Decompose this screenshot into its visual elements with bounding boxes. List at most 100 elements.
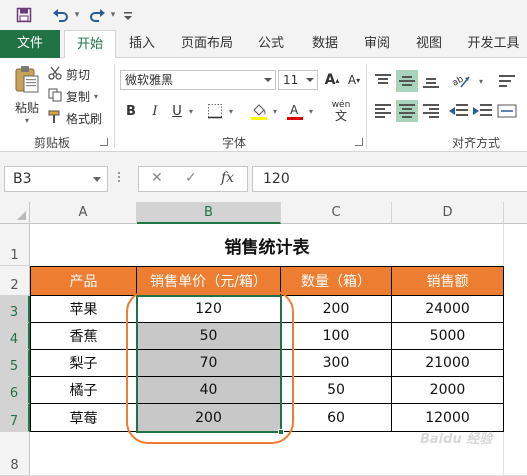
decrease-indent-button[interactable]	[448, 100, 470, 122]
align-bottom-button[interactable]	[420, 70, 442, 92]
table-cell[interactable]: 200	[281, 296, 392, 323]
redo-icon[interactable]	[86, 5, 108, 25]
shrink-font-button[interactable]: A ▾	[344, 69, 364, 91]
formula-bar-grip-icon[interactable]	[118, 172, 122, 186]
column-header-e[interactable]	[504, 202, 527, 224]
select-all-button[interactable]	[0, 202, 30, 224]
header-cell-quantity[interactable]: 数量（箱）	[281, 266, 392, 296]
formula-value: 120	[263, 171, 290, 187]
row-header-5[interactable]: 5	[0, 350, 30, 377]
header-cell-unit-price[interactable]: 销售单价（元/箱）	[137, 266, 281, 296]
table-cell[interactable]: 草莓	[30, 404, 137, 432]
orientation-dropdown-icon[interactable]: ▾	[476, 70, 486, 92]
underline-button[interactable]: U	[166, 100, 188, 122]
font-color-icon: A	[287, 103, 303, 120]
table-cell[interactable]: 50	[281, 377, 392, 404]
font-name-select[interactable]: 微软雅黑	[120, 70, 276, 90]
align-top-button[interactable]	[372, 70, 394, 92]
font-size-select[interactable]: 11	[278, 70, 318, 90]
tab-home[interactable]: 开始	[64, 30, 116, 59]
italic-button[interactable]: I	[144, 100, 166, 122]
paste-button[interactable]: 粘贴 ▾	[10, 64, 44, 125]
row-header-7[interactable]: 7	[0, 404, 30, 432]
fill-handle[interactable]	[278, 429, 284, 435]
row-header-6[interactable]: 6	[0, 377, 30, 404]
align-middle-button[interactable]	[396, 70, 418, 92]
alignment-group-label: 对齐方式	[452, 136, 501, 150]
borders-button[interactable]	[204, 100, 226, 122]
table-title[interactable]: 销售统计表	[30, 224, 504, 266]
name-box[interactable]: B3	[4, 166, 108, 192]
enter-icon[interactable]: ✓	[185, 170, 197, 186]
row-header-2[interactable]: 2	[0, 266, 30, 296]
undo-dropdown-icon[interactable]: ▾	[72, 5, 82, 25]
cut-button[interactable]: 剪切	[48, 64, 90, 84]
align-center-button[interactable]	[396, 100, 418, 122]
tab-insert[interactable]: 插入	[118, 30, 166, 58]
table-cell[interactable]: 21000	[392, 350, 504, 377]
bold-button[interactable]: B	[120, 100, 142, 122]
font-launcher-icon[interactable]	[355, 138, 363, 146]
wrap-text-button[interactable]	[496, 70, 518, 92]
header-cell-product[interactable]: 产品	[30, 266, 137, 296]
tab-developer[interactable]: 开发工具	[460, 30, 527, 58]
active-cell[interactable]: 120	[137, 296, 281, 323]
align-right-button[interactable]	[420, 100, 442, 122]
align-left-button[interactable]	[372, 100, 394, 122]
baidu-watermark: Baidu 经验	[420, 432, 493, 447]
insert-function-icon[interactable]: fx	[221, 170, 234, 186]
table-cell[interactable]: 100	[281, 323, 392, 350]
column-header-a[interactable]: A	[30, 202, 137, 224]
format-painter-button[interactable]: 格式刷	[48, 108, 102, 128]
font-color-button[interactable]: A	[284, 100, 306, 122]
paste-label: 粘贴	[14, 101, 39, 115]
tab-page-layout[interactable]: 页面布局	[172, 30, 242, 58]
header-cell-sales[interactable]: 销售额	[392, 266, 504, 296]
table-cell[interactable]: 24000	[392, 296, 504, 323]
save-icon[interactable]	[14, 5, 34, 25]
merge-center-button[interactable]	[496, 100, 518, 122]
table-cell[interactable]: 5000	[392, 323, 504, 350]
table-cell[interactable]: 300	[281, 350, 392, 377]
table-cell[interactable]: 苹果	[30, 296, 137, 323]
font-color-dropdown-icon[interactable]: ▾	[306, 100, 316, 122]
column-header-d[interactable]: D	[392, 202, 504, 224]
tab-data[interactable]: 数据	[302, 30, 348, 58]
row-header-4[interactable]: 4	[0, 323, 30, 350]
tab-review[interactable]: 审阅	[354, 30, 400, 58]
grow-font-button[interactable]: A ▴	[322, 69, 342, 91]
table-cell[interactable]: 梨子	[30, 350, 137, 377]
ribbon-separator	[114, 64, 115, 148]
selected-cell[interactable]: 40	[137, 377, 281, 404]
table-cell[interactable]: 橘子	[30, 377, 137, 404]
selected-cell[interactable]: 70	[137, 350, 281, 377]
cancel-icon[interactable]: ✕	[151, 170, 163, 186]
redo-dropdown-icon[interactable]: ▾	[108, 5, 118, 25]
tab-view[interactable]: 视图	[406, 30, 452, 58]
column-header-c[interactable]: C	[281, 202, 392, 224]
tab-formulas[interactable]: 公式	[248, 30, 294, 58]
formula-input[interactable]: 120	[252, 166, 527, 192]
fill-color-button[interactable]	[248, 100, 270, 122]
phonetic-button[interactable]: wén 文	[326, 98, 356, 124]
copy-button[interactable]: 复制 ▾	[48, 86, 98, 106]
fill-color-dropdown-icon[interactable]: ▾	[270, 100, 280, 122]
row-header-1[interactable]: 1	[0, 224, 30, 266]
undo-icon[interactable]	[50, 5, 72, 25]
tab-file[interactable]: 文件	[0, 30, 60, 58]
increase-indent-button[interactable]	[472, 100, 494, 122]
table-cell[interactable]: 香蕉	[30, 323, 137, 350]
selected-cell[interactable]: 200	[137, 404, 281, 432]
column-header-b[interactable]: B	[137, 202, 281, 224]
table-cell[interactable]: 2000	[392, 377, 504, 404]
copy-icon	[48, 88, 66, 105]
orientation-button[interactable]: ab	[448, 70, 474, 92]
underline-dropdown-icon[interactable]: ▾	[186, 100, 196, 122]
row-header-8[interactable]: 8	[0, 432, 30, 476]
row-header-3[interactable]: 3	[0, 296, 30, 323]
borders-dropdown-icon[interactable]: ▾	[226, 100, 236, 122]
clipboard-launcher-icon[interactable]	[100, 138, 108, 146]
table-cell[interactable]: 60	[281, 404, 392, 432]
customize-icon[interactable]	[122, 5, 134, 25]
selected-cell[interactable]: 50	[137, 323, 281, 350]
